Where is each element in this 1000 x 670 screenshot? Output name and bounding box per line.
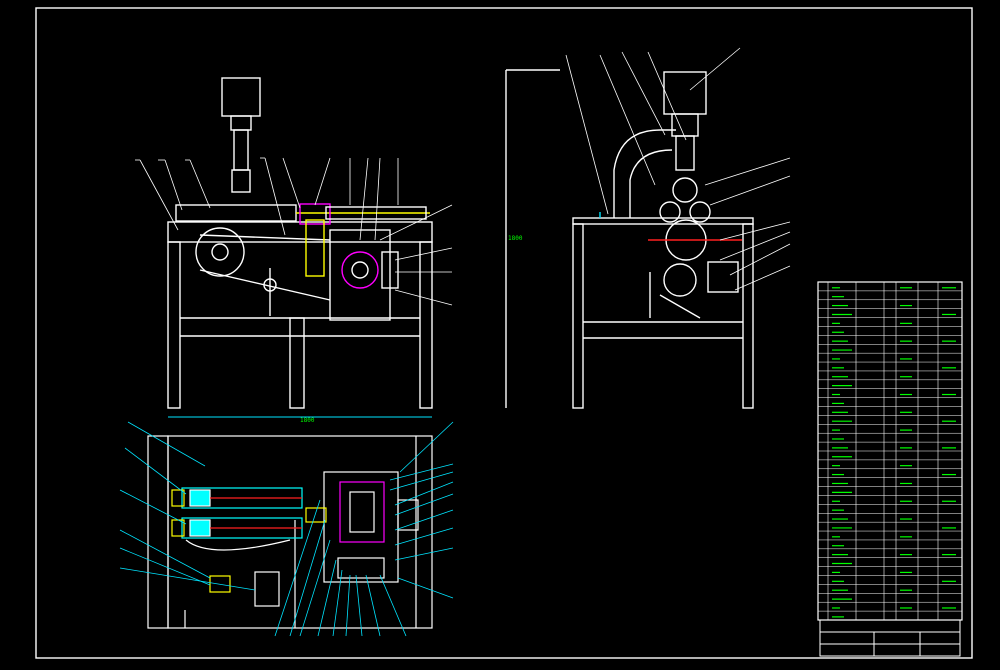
- drawing-canvas: 1800 1800: [0, 0, 1000, 666]
- side-dim-label: 1800: [508, 235, 523, 242]
- cad-drawing-sheet: 1800 1800: [0, 0, 1000, 666]
- background: [0, 0, 1000, 666]
- front-dim-label: 1800: [300, 417, 315, 424]
